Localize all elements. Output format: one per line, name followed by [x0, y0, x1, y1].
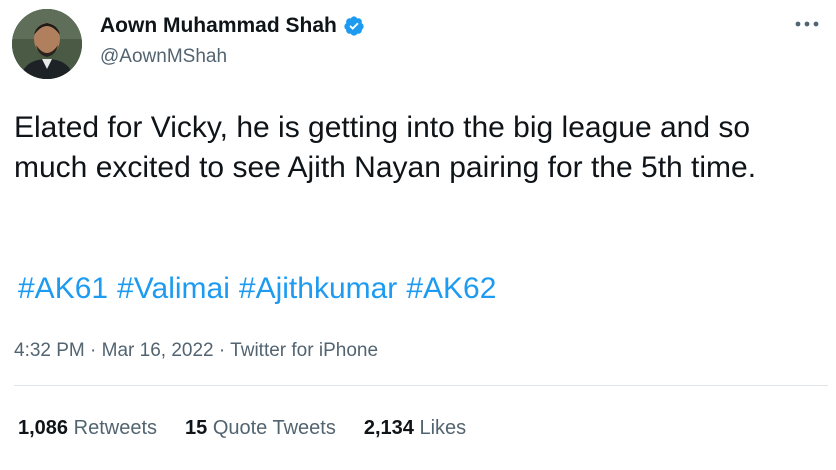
stat-label: Quote Tweets [212, 417, 336, 439]
hashtag-link[interactable]: #AK62 [406, 272, 496, 306]
stat-count: 1,086 [18, 417, 69, 439]
tweet-stats: 1,086 Retweets 15 Quote Tweets 2,134 Lik… [18, 417, 466, 440]
tweet-meta: 4:32 PM · Mar 16, 2022 · Twitter for iPh… [14, 340, 378, 362]
tweet-date[interactable]: Mar 16, 2022 [102, 340, 214, 361]
stat-count: 2,134 [363, 417, 414, 439]
hashtag-link[interactable]: #Ajithkumar [239, 272, 397, 306]
quote-tweets-stat[interactable]: 15 Quote Tweets [185, 417, 336, 440]
hashtag-list: #AK61 #Valimai #Ajithkumar #AK62 [18, 272, 496, 306]
author-handle[interactable]: @AownMShah [100, 46, 227, 68]
tweet-source[interactable]: Twitter for iPhone [230, 340, 378, 361]
author-name-row: Aown Muhammad Shah [100, 14, 365, 38]
hashtag-link[interactable]: #Valimai [117, 272, 230, 306]
stat-count: 15 [185, 417, 208, 439]
likes-stat[interactable]: 2,134 Likes [364, 417, 466, 440]
meta-separator: · [218, 340, 226, 361]
stat-label: Retweets [73, 417, 157, 439]
tweet-card: Aown Muhammad Shah @AownMShah Elated for… [0, 0, 836, 470]
tweet-text: Elated for Vicky, he is getting into the… [14, 111, 757, 184]
retweets-stat[interactable]: 1,086 Retweets [18, 417, 157, 440]
divider [14, 385, 828, 386]
verified-badge-icon [343, 15, 365, 37]
author-display-name[interactable]: Aown Muhammad Shah [100, 14, 337, 38]
avatar[interactable] [12, 9, 82, 79]
hashtag-link[interactable]: #AK61 [18, 272, 108, 306]
stat-label: Likes [419, 417, 467, 439]
meta-separator: · [90, 340, 97, 361]
more-options-icon[interactable] [792, 12, 822, 36]
tweet-time[interactable]: 4:32 PM [14, 340, 85, 361]
avatar-image [12, 9, 82, 79]
